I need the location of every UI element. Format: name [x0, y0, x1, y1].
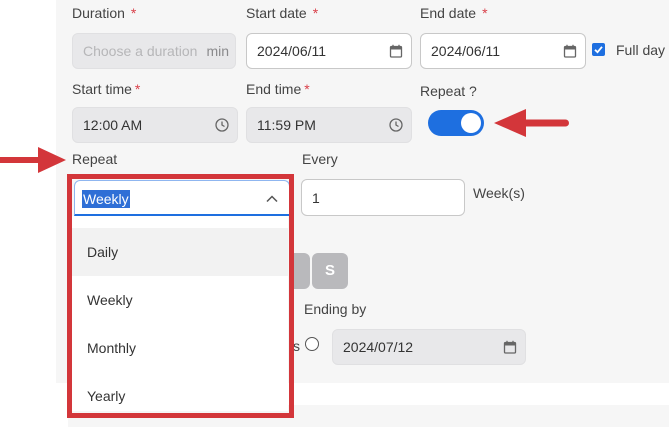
ending-by-radio[interactable]: [305, 337, 319, 351]
weekday-button-saturday[interactable]: S: [312, 253, 348, 289]
end-time-label: End time *: [246, 81, 310, 97]
full-day-label: Full day: [616, 42, 666, 58]
ending-by-date-input[interactable]: 2024/07/12: [332, 329, 526, 365]
end-time-value: 11:59 PM: [257, 117, 316, 133]
start-date-value: 2024/06/11: [257, 43, 327, 59]
annotation-highlight-frame: [67, 174, 294, 418]
weekday-button-hidden[interactable]: [294, 253, 310, 289]
calendar-icon[interactable]: [389, 44, 403, 58]
every-unit: Week(s): [473, 185, 525, 201]
every-value: 1: [312, 189, 320, 206]
toggle-knob: [461, 113, 481, 133]
ending-after-partial-label: s: [293, 338, 300, 354]
calendar-icon[interactable]: [563, 44, 577, 58]
ending-by-label: Ending by: [304, 301, 367, 317]
full-day-checkbox[interactable]: [592, 43, 605, 56]
start-time-value: 12:00 AM: [83, 117, 143, 133]
start-time-input[interactable]: 12:00 AM: [72, 107, 238, 143]
annotation-arrow-left: [494, 109, 569, 137]
duration-unit: min: [206, 43, 229, 59]
end-date-label: End date *: [420, 5, 488, 21]
left-gutter: [0, 0, 56, 427]
duration-placeholder: Choose a duration: [83, 43, 198, 59]
end-date-input[interactable]: 2024/06/11: [420, 33, 586, 69]
clock-icon[interactable]: [215, 118, 229, 132]
start-date-label: Start date *: [246, 5, 319, 21]
ending-by-value: 2024/07/12: [343, 339, 414, 355]
duration-input[interactable]: Choose a duration min: [72, 33, 236, 69]
check-icon: [594, 46, 603, 54]
clock-icon[interactable]: [389, 118, 403, 132]
calendar-icon[interactable]: [503, 340, 517, 354]
end-time-input[interactable]: 11:59 PM: [246, 107, 412, 143]
repeat-label: Repeat: [72, 151, 118, 167]
start-date-input[interactable]: 2024/06/11: [246, 33, 412, 69]
repeat-toggle[interactable]: [428, 110, 484, 136]
duration-label: Duration *: [72, 5, 137, 21]
annotation-arrow-right: [0, 147, 66, 173]
end-date-value: 2024/06/11: [431, 43, 501, 59]
repeat-toggle-label: Repeat ?: [420, 83, 477, 99]
every-label: Every: [302, 151, 338, 167]
every-input[interactable]: 1: [301, 179, 465, 216]
start-time-label: Start time *: [72, 81, 141, 97]
